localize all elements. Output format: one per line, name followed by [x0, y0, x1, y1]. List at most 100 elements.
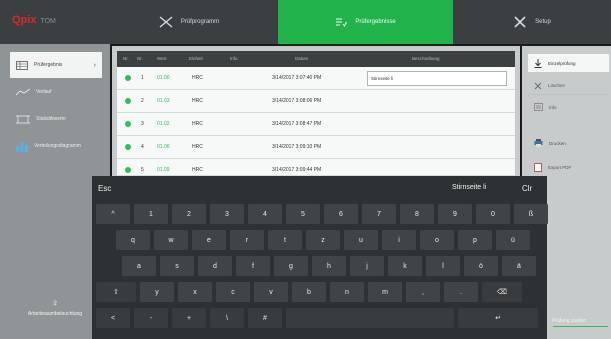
key-1[interactable]: w: [154, 230, 188, 250]
key-0[interactable]: <: [96, 308, 130, 328]
column-header: Datum: [295, 56, 309, 61]
key-8[interactable]: 8: [400, 204, 434, 224]
delete-button[interactable]: Löschen: [528, 77, 609, 95]
keyboard-toolbar: Esc Stirnseite li Clr: [92, 176, 547, 202]
key-7[interactable]: k: [388, 256, 422, 276]
table-row[interactable]: 3 01.02 HRC 3/14/2017 3:08:47 PM: [117, 113, 515, 136]
brand-name: Qpix: [12, 14, 37, 26]
esc-key[interactable]: Esc: [98, 184, 111, 193]
row-unit: HRC: [192, 144, 203, 150]
print-button[interactable]: Drucken: [528, 134, 609, 152]
description-field[interactable]: Stirnseite li: [367, 71, 507, 86]
status-dot-icon: [125, 144, 131, 150]
tab-pruefergebnisse[interactable]: Prüfergebnisse: [278, 0, 453, 44]
key-9[interactable]: 9: [438, 204, 472, 224]
key-8[interactable]: ,: [406, 282, 440, 302]
button-label: Export PDF: [548, 164, 572, 170]
top-navigation: Qpix TOM Prüfprogramm Prüfergebnisse Setu…: [0, 0, 611, 44]
backspace-icon[interactable]: ⌫: [482, 282, 522, 302]
key-6[interactable]: n: [330, 282, 364, 302]
key-2[interactable]: e: [192, 230, 226, 250]
tab-pruefprogramm[interactable]: Prüfprogramm: [100, 0, 278, 44]
single-test-button[interactable]: Einzelprüfung: [528, 54, 609, 72]
status-dot-icon: [125, 121, 131, 127]
key-0[interactable]: q: [116, 230, 150, 250]
key-0[interactable]: a: [122, 256, 156, 276]
tab-setup[interactable]: Setup: [453, 0, 611, 44]
key-3[interactable]: 3: [210, 204, 244, 224]
key-0[interactable]: ^: [96, 204, 130, 224]
button-label: Drucken: [549, 140, 566, 146]
shift-icon[interactable]: ⇧: [96, 282, 136, 302]
key-10[interactable]: ä: [502, 256, 536, 276]
row-value: 01.06: [157, 144, 170, 150]
histogram-icon: [16, 141, 28, 152]
onscreen-keyboard: Esc Stirnseite li Clr ^ 1 2 3 4 5 6 7 8 9 0 ß q w e r t z…: [92, 176, 548, 339]
key-2[interactable]: x: [178, 282, 212, 302]
table-row[interactable]: 4 01.06 HRC 3/14/2017 3:09:10 PM: [117, 136, 515, 159]
table-row[interactable]: 2 01.03 HRC 3/14/2017 3:08:06 PM: [117, 90, 515, 113]
key-3[interactable]: f: [236, 256, 270, 276]
key-9[interactable]: .: [444, 282, 478, 302]
space-key[interactable]: [286, 308, 454, 328]
column-header: Einheit: [189, 56, 203, 61]
key-10[interactable]: 0: [476, 204, 510, 224]
export-pdf-button[interactable]: Export PDF: [528, 158, 609, 176]
row-index: 4: [141, 144, 144, 150]
start-test-label: Prüfung starten: [552, 318, 587, 324]
key-7[interactable]: i: [382, 230, 416, 250]
key-7[interactable]: m: [368, 282, 402, 302]
key-3[interactable]: c: [216, 282, 250, 302]
row-value: 01.02: [157, 121, 170, 127]
key-11[interactable]: ß: [514, 204, 548, 224]
key-2[interactable]: d: [198, 256, 232, 276]
sidebar-item-verteilungsdiagramm[interactable]: Verteilungsdiagramm: [10, 133, 102, 159]
key-9[interactable]: ö: [464, 256, 498, 276]
key-5[interactable]: z: [306, 230, 340, 250]
key-6[interactable]: 6: [324, 204, 358, 224]
printer-icon: [534, 139, 543, 147]
start-test-button[interactable]: Prüfung starten: [545, 318, 609, 327]
key-4[interactable]: 4: [248, 204, 282, 224]
key-2[interactable]: 2: [172, 204, 206, 224]
table-row[interactable]: 1 01.00 HRC 3/14/2017 3:07:40 PM Stirnse…: [117, 67, 515, 90]
key-2[interactable]: +: [172, 308, 206, 328]
key-8[interactable]: o: [420, 230, 454, 250]
close-icon: [534, 82, 542, 89]
key-4[interactable]: g: [274, 256, 308, 276]
sidebar-item-verlauf[interactable]: Verlauf: [10, 79, 102, 105]
row-value: 01.00: [157, 75, 170, 81]
column-header: Nr.: [123, 56, 129, 61]
button-label: Löschen: [548, 83, 566, 88]
key-1[interactable]: -: [134, 308, 168, 328]
row-date: 3/14/2017 3:07:40 PM: [272, 75, 322, 81]
key-6[interactable]: u: [344, 230, 378, 250]
row-index: 1: [141, 75, 144, 81]
key-5[interactable]: b: [292, 282, 326, 302]
key-4[interactable]: v: [254, 282, 288, 302]
key-4[interactable]: #: [248, 308, 282, 328]
sidebar-item-label: Verlauf: [36, 89, 52, 95]
enter-icon[interactable]: ↵: [458, 308, 538, 328]
key-1[interactable]: s: [160, 256, 194, 276]
sidebar-item-statistikwerte[interactable]: Statistikwerte: [10, 106, 102, 132]
key-9[interactable]: p: [458, 230, 492, 250]
key-1[interactable]: 1: [134, 204, 168, 224]
info-button[interactable]: Info: [528, 98, 609, 116]
clear-key[interactable]: Clr: [522, 184, 532, 193]
key-3[interactable]: \: [210, 308, 244, 328]
key-4[interactable]: t: [268, 230, 302, 250]
key-3[interactable]: r: [230, 230, 264, 250]
key-10[interactable]: ü: [496, 230, 530, 250]
key-1[interactable]: y: [140, 282, 174, 302]
key-5[interactable]: h: [312, 256, 346, 276]
row-value: 01.03: [157, 98, 170, 104]
sidebar-item-label: Verteilungsdiagramm: [34, 143, 81, 149]
key-5[interactable]: 5: [286, 204, 320, 224]
sidebar-item-pruefergebnis[interactable]: Prüfergebnis ›: [10, 52, 102, 78]
key-6[interactable]: j: [350, 256, 384, 276]
key-8[interactable]: l: [426, 256, 460, 276]
button-label: Info: [549, 104, 557, 110]
table-row[interactable]: 5 01.09 HRC 3/14/2017 3:09:44 PM: [117, 159, 515, 176]
key-7[interactable]: 7: [362, 204, 396, 224]
